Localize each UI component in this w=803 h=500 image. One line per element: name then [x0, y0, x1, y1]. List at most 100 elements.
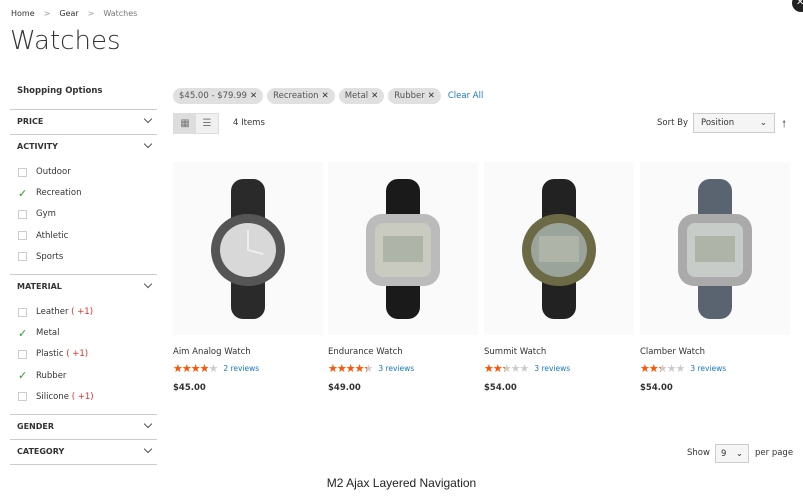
grid-view-icon[interactable]: ▦ — [174, 114, 196, 133]
option-label: Sports — [36, 251, 64, 262]
filter-chip[interactable]: Metal ✕ — [338, 88, 385, 104]
option-count: ( +1) — [66, 349, 89, 360]
rating-stars: ★★★★★★★★★★ — [484, 362, 529, 375]
reviews-link[interactable]: 2 reviews — [223, 364, 259, 373]
filter-option[interactable]: Silicone ( +1) — [18, 392, 94, 402]
checkbox[interactable] — [18, 349, 27, 359]
reviews-link[interactable]: 3 reviews — [690, 364, 726, 373]
checkbox[interactable] — [18, 209, 27, 219]
filter-option[interactable]: Gym — [18, 209, 56, 219]
filter-option[interactable]: Athletic — [18, 231, 68, 241]
chip-label: Rubber — [394, 91, 425, 101]
rating-stars: ★★★★★★★★★★ — [640, 362, 685, 375]
product-name[interactable]: Summit Watch — [484, 347, 634, 357]
product-price: $49.00 — [328, 383, 361, 393]
filter-section-gender[interactable]: GENDER — [17, 419, 153, 431]
product-price: $45.00 — [173, 383, 206, 393]
checkbox[interactable] — [18, 392, 27, 402]
shopping-options-heading: Shopping Options — [17, 86, 103, 96]
remove-icon[interactable]: ✕ — [428, 91, 435, 101]
reviews-link[interactable]: 3 reviews — [534, 364, 570, 373]
product-card[interactable]: Aim Analog Watch ★★★★★★★★★★ 2 reviews $4… — [173, 162, 323, 393]
chevron-down-icon — [143, 419, 153, 429]
rating-stars: ★★★★★★★★★★ — [328, 362, 373, 375]
filter-section-material[interactable]: MATERIAL — [17, 279, 153, 291]
watch-image — [678, 178, 752, 319]
filter-option[interactable]: ✓ Metal — [18, 326, 60, 340]
watch-image — [211, 178, 285, 319]
section-title: ACTIVITY — [17, 142, 58, 151]
chip-label: Metal — [344, 91, 369, 101]
sort-value: Position — [701, 118, 735, 128]
clear-all-link[interactable]: Clear All — [448, 91, 483, 101]
checkbox[interactable] — [18, 252, 27, 262]
filter-chip[interactable]: Rubber ✕ — [388, 88, 441, 104]
breadcrumb-current: Watches — [103, 9, 138, 18]
chevron-down-icon: ⌄ — [735, 449, 743, 459]
product-name[interactable]: Aim Analog Watch — [173, 347, 323, 357]
option-label: Silicone — [36, 391, 69, 402]
product-card[interactable]: Clamber Watch ★★★★★★★★★★ 3 reviews $54.0… — [640, 162, 790, 393]
option-count: ( +1) — [71, 307, 94, 317]
remove-icon[interactable]: ✕ — [322, 91, 329, 101]
option-label: Leather — [36, 307, 69, 317]
divider — [10, 464, 157, 465]
product-image[interactable] — [640, 162, 790, 335]
filter-option[interactable]: ✓ Rubber — [18, 369, 66, 383]
divider — [10, 109, 157, 110]
sort-select[interactable]: Position ⌄ — [693, 113, 775, 133]
checkbox[interactable] — [18, 167, 27, 177]
per-page-label: per page — [755, 448, 794, 458]
sort-label: Sort By — [657, 118, 688, 128]
checkmark-icon: ✓ — [18, 326, 28, 340]
filter-option[interactable]: Leather ( +1) — [18, 307, 93, 317]
filter-section-category[interactable]: CATEGORY — [17, 444, 153, 456]
breadcrumb-home[interactable]: Home — [11, 9, 35, 18]
checkbox[interactable] — [18, 307, 27, 317]
product-card[interactable]: Endurance Watch ★★★★★★★★★★ 3 reviews $49… — [328, 162, 478, 393]
filter-option[interactable]: Plastic ( +1) — [18, 349, 88, 359]
filter-option[interactable]: Sports — [18, 252, 63, 262]
watch-image — [366, 178, 440, 319]
footer-caption: M2 Ajax Layered Navigation — [326, 476, 477, 490]
active-filters: $45.00 - $79.99 ✕ Recreation ✕ Metal ✕ Rubb… — [173, 88, 483, 104]
breadcrumb-gear[interactable]: Gear — [59, 9, 78, 18]
checkmark-icon: ✓ — [18, 369, 28, 383]
option-label: Athletic — [36, 230, 69, 241]
chevron-down-icon — [143, 279, 153, 289]
remove-icon[interactable]: ✕ — [250, 91, 257, 101]
filter-chip[interactable]: $45.00 - $79.99 ✕ — [173, 88, 264, 104]
option-label: Gym — [36, 209, 56, 220]
chevron-down-icon: ⌄ — [759, 118, 767, 128]
option-count: ( +1) — [71, 391, 94, 402]
product-rating: ★★★★★★★★★★ 3 reviews — [640, 362, 790, 375]
list-view-icon[interactable]: ☰ — [196, 114, 218, 133]
filter-option[interactable]: Outdoor — [18, 167, 71, 177]
filter-section-activity[interactable]: ACTIVITY — [17, 139, 153, 151]
option-label: Recreation — [36, 188, 82, 199]
remove-icon[interactable]: ✕ — [371, 91, 378, 101]
option-label: Outdoor — [36, 167, 71, 177]
filter-section-price[interactable]: PRICE — [17, 114, 153, 126]
checkbox[interactable] — [18, 231, 27, 241]
view-mode-switcher: ▦ ☰ — [173, 113, 219, 134]
sort-direction-arrow-icon[interactable]: 🠕 — [782, 117, 786, 134]
filter-chip[interactable]: Recreation ✕ — [267, 88, 335, 104]
product-image[interactable] — [328, 162, 478, 335]
product-image[interactable] — [484, 162, 634, 335]
product-name[interactable]: Endurance Watch — [328, 347, 478, 357]
filter-option[interactable]: ✓ Recreation — [18, 188, 82, 199]
breadcrumb: Home > Gear > Watches — [11, 9, 138, 18]
product-card[interactable]: Summit Watch ★★★★★★★★★★ 3 reviews $54.00 — [484, 162, 634, 393]
chevron-down-icon — [143, 139, 153, 149]
close-icon[interactable]: ✕ — [792, 0, 803, 12]
limit-select[interactable]: 9 ⌄ — [715, 444, 749, 463]
rating-stars: ★★★★★★★★★★ — [173, 362, 218, 375]
chip-label: Recreation — [273, 91, 319, 101]
product-name[interactable]: Clamber Watch — [640, 347, 790, 357]
product-price: $54.00 — [640, 383, 673, 393]
option-label: Metal — [36, 328, 60, 339]
reviews-link[interactable]: 3 reviews — [378, 364, 414, 373]
section-title: GENDER — [17, 422, 54, 431]
product-image[interactable] — [173, 162, 323, 335]
